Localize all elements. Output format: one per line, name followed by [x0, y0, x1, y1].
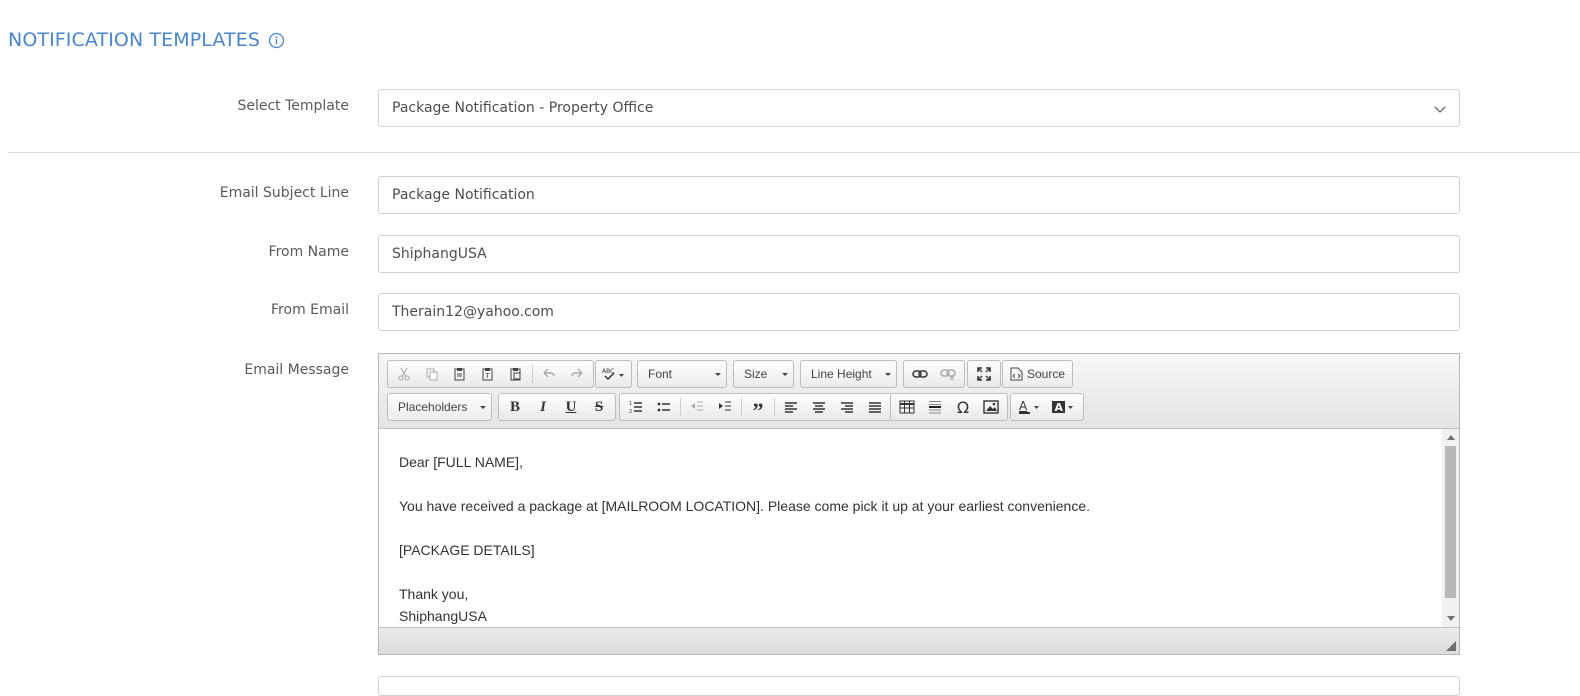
message-label: Email Message — [244, 362, 349, 378]
placeholders-select[interactable]: Placeholders — [387, 393, 492, 421]
justify-icon[interactable] — [861, 395, 889, 419]
svg-text:1: 1 — [629, 401, 632, 407]
editor-footer — [379, 627, 1459, 654]
align-center-icon[interactable] — [805, 395, 833, 419]
scroll-down-icon[interactable] — [1447, 616, 1455, 621]
indent-icon[interactable] — [711, 395, 739, 419]
undo-icon[interactable] — [535, 362, 563, 386]
scroll-up-icon[interactable] — [1447, 435, 1455, 440]
numbered-list-icon[interactable]: 12 — [622, 395, 650, 419]
chevron-down-icon — [1433, 102, 1447, 116]
underline-icon[interactable]: U — [557, 395, 585, 419]
horizontal-line-icon[interactable] — [921, 395, 949, 419]
message-line: ShiphangUSA — [399, 608, 487, 624]
from-email-value: Therain12@yahoo.com — [392, 304, 554, 320]
section-divider — [8, 152, 1580, 153]
size-select-label: Size — [744, 367, 768, 381]
spellcheck-icon: ABC — [598, 362, 629, 386]
redo-icon[interactable] — [563, 362, 591, 386]
next-field[interactable] — [378, 676, 1460, 696]
message-editor[interactable]: T ABC Font Size Line Height Source Place… — [378, 353, 1460, 655]
size-select[interactable]: Size — [733, 360, 794, 388]
outdent-icon[interactable] — [683, 395, 711, 419]
toolbar-separator — [680, 398, 681, 416]
from-name-value: ShiphangUSA — [392, 246, 487, 262]
message-line: Dear [FULL NAME], — [399, 454, 523, 470]
strikethrough-icon[interactable]: S — [585, 395, 613, 419]
editor-toolbar: T ABC Font Size Line Height Source Place… — [379, 354, 1459, 429]
message-line: You have received a package at [MAILROOM… — [399, 498, 1091, 514]
size-dropdown-icon — [782, 373, 788, 376]
from-name-label: From Name — [268, 244, 349, 260]
subject-value: Package Notification — [392, 187, 535, 203]
image-icon[interactable] — [977, 395, 1005, 419]
toolbar-separator — [532, 365, 533, 383]
toolbar-separator — [774, 398, 775, 416]
bulleted-list-icon[interactable] — [650, 395, 678, 419]
insert-group: Ω — [890, 393, 1008, 421]
placeholders-label: Placeholders — [398, 400, 468, 414]
text-color-icon[interactable]: A — [1013, 395, 1047, 419]
template-select[interactable]: Package Notification - Property Office — [378, 89, 1460, 127]
editor-content[interactable]: Dear [FULL NAME], You have received a pa… — [379, 429, 1443, 627]
template-select-value: Package Notification - Property Office — [392, 100, 654, 116]
from-name-input[interactable]: ShiphangUSA — [378, 235, 1460, 273]
font-select-label: Font — [648, 367, 673, 381]
line-height-select[interactable]: Line Height — [800, 360, 897, 388]
toolbar-separator — [741, 398, 742, 416]
paste-icon[interactable] — [446, 362, 474, 386]
page-title: NOTIFICATION TEMPLATES — [8, 26, 285, 54]
svg-text:2: 2 — [629, 409, 632, 414]
template-select-label: Select Template — [237, 98, 349, 114]
from-email-input[interactable]: Therain12@yahoo.com — [378, 293, 1460, 331]
font-select[interactable]: Font — [637, 360, 727, 388]
info-icon[interactable] — [268, 32, 285, 49]
source-button[interactable]: Source — [1002, 360, 1073, 388]
resize-handle-icon[interactable] — [1446, 641, 1456, 651]
cut-icon[interactable] — [390, 362, 418, 386]
special-char-icon[interactable]: Ω — [949, 395, 977, 419]
message-line: Thank you, — [399, 586, 469, 602]
paste-text-icon[interactable]: T — [474, 362, 502, 386]
scroll-thumb[interactable] — [1445, 446, 1456, 598]
basic-styles-group: B I U S — [498, 393, 616, 421]
font-dropdown-icon — [715, 373, 721, 376]
placeholders-dropdown-icon — [480, 406, 486, 409]
line-height-select-label: Line Height — [811, 367, 872, 381]
message-line: [PACKAGE DETAILS] — [399, 542, 535, 558]
editor-scrollbar[interactable] — [1442, 429, 1459, 627]
svg-text:A: A — [1055, 401, 1064, 414]
subject-input[interactable]: Package Notification — [378, 176, 1460, 214]
spellcheck-button[interactable]: ABC — [595, 360, 632, 388]
maximize-icon[interactable] — [970, 362, 998, 386]
color-group: A A — [1010, 393, 1084, 421]
link-icon[interactable] — [906, 362, 934, 386]
svg-text:T: T — [485, 372, 491, 380]
table-icon[interactable] — [893, 395, 921, 419]
line-height-dropdown-icon — [885, 373, 891, 376]
bold-icon[interactable]: B — [501, 395, 529, 419]
paragraph-group: 12 ” — [619, 393, 892, 423]
source-icon — [1010, 367, 1023, 381]
subject-label: Email Subject Line — [219, 185, 349, 201]
from-email-label: From Email — [271, 302, 349, 318]
copy-icon[interactable] — [418, 362, 446, 386]
page-title-text: NOTIFICATION TEMPLATES — [8, 29, 260, 51]
background-color-icon[interactable]: A — [1047, 395, 1081, 419]
paste-word-icon[interactable] — [502, 362, 530, 386]
clipboard-group: T — [387, 360, 594, 388]
link-group — [903, 360, 965, 388]
source-label: Source — [1027, 367, 1066, 381]
unlink-icon[interactable] — [934, 362, 962, 386]
align-left-icon[interactable] — [777, 395, 805, 419]
blockquote-icon[interactable]: ” — [744, 395, 772, 423]
svg-text:A: A — [1019, 399, 1028, 413]
align-right-icon[interactable] — [833, 395, 861, 419]
maximize-group — [967, 360, 1001, 388]
italic-icon[interactable]: I — [529, 395, 557, 419]
